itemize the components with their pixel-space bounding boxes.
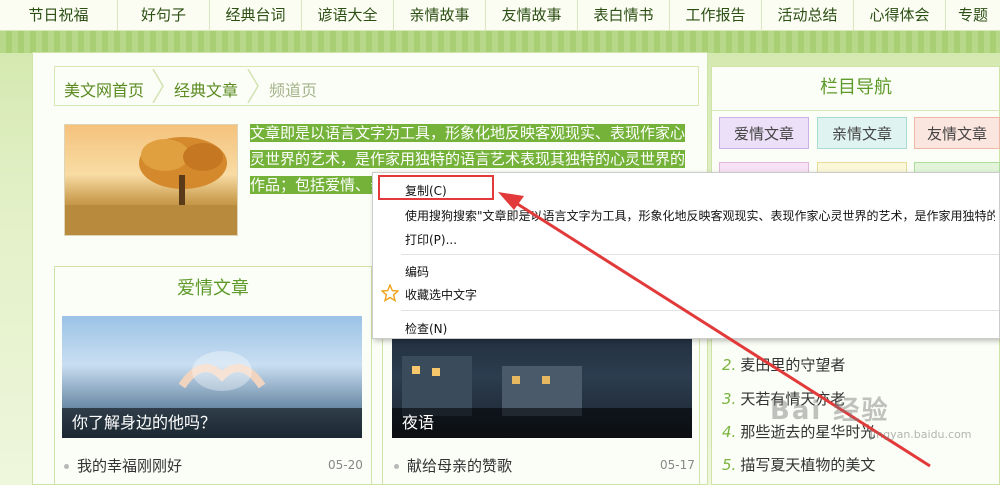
baidu-jingyan-watermark: Bai 经验 bbox=[770, 396, 890, 426]
watermark-url: jingyan.baidu.com bbox=[870, 428, 972, 441]
